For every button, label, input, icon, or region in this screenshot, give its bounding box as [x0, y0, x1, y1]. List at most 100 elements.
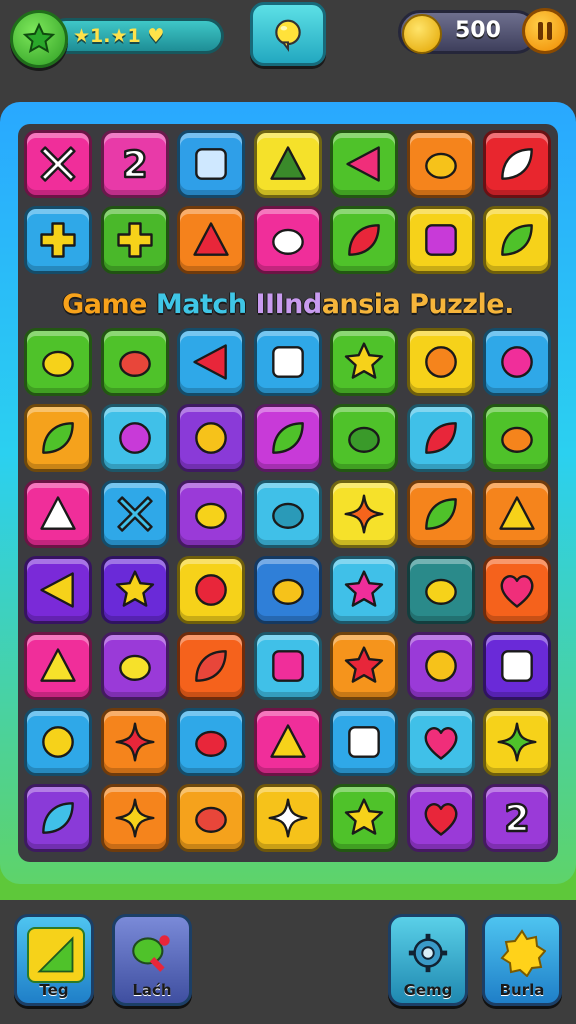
tile-sail[interactable] — [24, 480, 92, 548]
tile-basket[interactable] — [177, 206, 245, 274]
tile-triangle[interactable] — [253, 130, 322, 198]
pause-button[interactable] — [522, 8, 568, 54]
tile-no-sign[interactable] — [100, 404, 169, 472]
star-red-icon — [342, 644, 386, 688]
tile-star-red[interactable] — [330, 632, 398, 700]
tile-rabbit[interactable] — [253, 480, 322, 548]
hint-button[interactable] — [250, 2, 326, 66]
bottom-button-burla[interactable]: Burla — [482, 914, 562, 1006]
sun-badge-icon — [495, 927, 549, 979]
tile-star-yellow[interactable] — [100, 556, 169, 624]
tile-bird[interactable] — [406, 130, 475, 198]
tile-shield[interactable] — [406, 708, 475, 776]
gear-sun-icon — [113, 796, 157, 840]
turtle-icon — [342, 416, 386, 460]
tile-star-pink[interactable] — [330, 556, 398, 624]
window-icon — [342, 720, 386, 764]
tile-apple[interactable] — [177, 556, 245, 624]
tile-ball[interactable] — [483, 328, 551, 396]
tile-pen[interactable] — [24, 784, 92, 852]
tile-slash[interactable] — [483, 130, 551, 198]
lobster-icon — [342, 218, 386, 262]
tile-fish[interactable] — [100, 328, 169, 396]
tile-triangle-outline[interactable] — [483, 480, 551, 548]
tile-leaf-green[interactable] — [406, 480, 475, 548]
bottom-button-gemg[interactable]: Gemg — [388, 914, 468, 1006]
tile-left-triangle[interactable] — [24, 556, 92, 624]
tile-cross[interactable] — [100, 480, 169, 548]
tile-heart[interactable] — [483, 556, 551, 624]
tile-flower[interactable] — [330, 480, 398, 548]
leaf-red-icon — [189, 644, 233, 688]
tile-star[interactable] — [330, 328, 398, 396]
germ-icon — [113, 720, 157, 764]
level-indicator[interactable]: ★1.★1 ♥ — [10, 10, 226, 68]
tile-sun-face[interactable] — [406, 328, 475, 396]
jellyfish-icon — [36, 340, 80, 384]
tile-cloud[interactable] — [253, 206, 322, 274]
tile-mango[interactable] — [483, 404, 551, 472]
tile-triangle-yellow[interactable] — [24, 632, 92, 700]
number-two-icon: 2 — [113, 142, 157, 186]
tile-sparkle-green[interactable] — [483, 708, 551, 776]
tile-thumb[interactable] — [100, 632, 169, 700]
pen-icon — [36, 796, 80, 840]
tile-germ[interactable] — [100, 708, 169, 776]
tile-plus[interactable] — [100, 206, 169, 274]
tile-star-gold[interactable] — [330, 784, 398, 852]
tile-pin[interactable] — [24, 708, 92, 776]
phone-icon — [189, 142, 233, 186]
coin-icon — [402, 14, 442, 54]
tile-pot[interactable] — [406, 206, 475, 274]
tile-strawberry[interactable] — [177, 708, 245, 776]
pencil-icon — [419, 416, 463, 460]
tile-hammer[interactable] — [24, 206, 92, 274]
tile-heart-leaf[interactable] — [24, 404, 92, 472]
tile-phone[interactable] — [177, 130, 245, 198]
svg-text:2: 2 — [122, 143, 148, 186]
fish-icon — [113, 340, 157, 384]
tile-window[interactable] — [330, 708, 398, 776]
palm-tree-icon — [266, 416, 310, 460]
pin-icon — [36, 720, 80, 764]
sparkle-green-icon — [495, 720, 539, 764]
bottom-button-tag[interactable]: Teg — [14, 914, 94, 1006]
tile-cup[interactable] — [253, 632, 322, 700]
tile-ring[interactable] — [177, 404, 245, 472]
tile-turtle[interactable] — [330, 404, 398, 472]
leaf-icon — [495, 218, 539, 262]
game-title-banner: Game Match IIIndansia Puzzle. — [18, 282, 558, 326]
tile-duck[interactable] — [177, 480, 245, 548]
tile-berry[interactable] — [406, 784, 475, 852]
tile-leaf[interactable] — [483, 206, 551, 274]
tile-bell[interactable] — [177, 784, 245, 852]
tile-arrow[interactable] — [177, 328, 245, 396]
tile-arrows[interactable] — [24, 130, 92, 198]
tile-pencil[interactable] — [406, 404, 475, 472]
mango-icon — [495, 416, 539, 460]
tile-gear-sun[interactable] — [100, 784, 169, 852]
star-icon — [342, 340, 386, 384]
tile-palm-tree[interactable] — [253, 404, 322, 472]
tile-number-two[interactable]: 2 — [483, 784, 551, 852]
game-board: 22 — [18, 124, 558, 862]
tile-number-two[interactable]: 2 — [100, 130, 169, 198]
number-two-icon: 2 — [495, 796, 539, 840]
tile-jellyfish[interactable] — [24, 328, 92, 396]
tile-flag[interactable] — [253, 708, 322, 776]
tile-cube[interactable] — [483, 632, 551, 700]
tile-key[interactable] — [406, 632, 475, 700]
strawberry-icon — [189, 720, 233, 764]
pot-icon — [419, 218, 463, 262]
tile-blob[interactable] — [406, 556, 475, 624]
tile-lobster[interactable] — [330, 206, 398, 274]
bottom-button-lach[interactable]: Laćh — [112, 914, 192, 1006]
tile-bug[interactable] — [253, 556, 322, 624]
lightbulb-icon — [275, 19, 301, 52]
tile-leaf-red[interactable] — [177, 632, 245, 700]
tile-squares[interactable] — [253, 328, 322, 396]
tile-play-triangle[interactable] — [330, 130, 398, 198]
triangle-outline-icon — [495, 492, 539, 536]
bottom-button-label: Teg — [39, 981, 69, 999]
tile-sparkle[interactable] — [253, 784, 322, 852]
